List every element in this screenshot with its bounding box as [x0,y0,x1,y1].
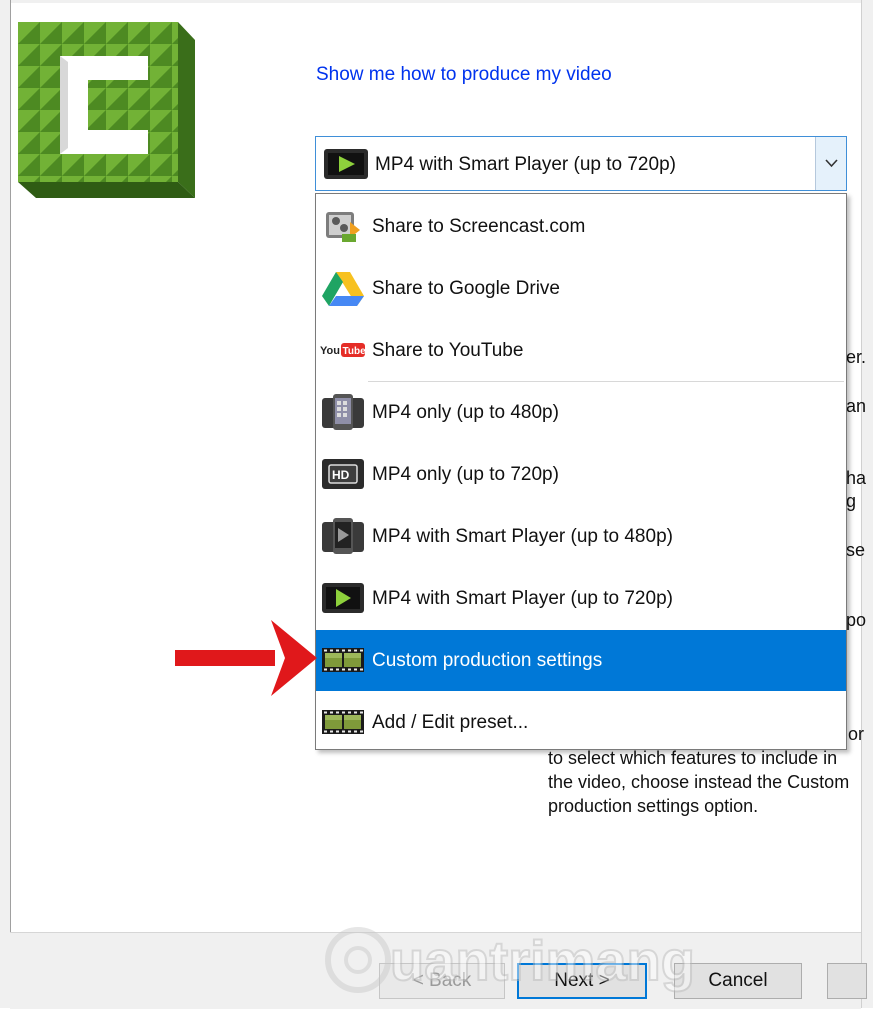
description-fragment: pot [846,610,866,630]
description-fragment: er. [846,347,866,367]
help-button[interactable] [827,963,867,999]
dropdown-item-mp4-480[interactable]: MP4 only (up to 480p) [316,382,846,443]
dropdown-item-label: MP4 with Smart Player (up to 720p) [372,588,673,609]
dropdown-item-custom-production-settings[interactable]: Custom production settings [316,630,846,691]
dropdown-item-label: Share to YouTube [372,340,524,361]
window-frame-left [0,0,11,1008]
description-fragment: g [846,491,857,511]
camtasia-logo [18,22,195,198]
play-icon [322,583,364,613]
google-drive-icon [322,272,364,306]
dropdown-item-label: MP4 with Smart Player (up to 480p) [372,526,673,547]
description-line: the video, choose instead the Custom [548,772,850,792]
hd-icon: HD [322,459,364,489]
phone-video-icon [322,394,364,430]
dropdown-item-smart-player-480[interactable]: MP4 with Smart Player (up to 480p) [316,506,846,567]
combobox-dropdown-button[interactable] [815,137,846,190]
description-line: production settings option. [548,796,759,816]
preset-dropdown-list: Share to Screencast.com Share to Google … [315,193,847,750]
description-fragment: han [846,468,866,488]
phone-player-icon [322,518,364,554]
description-fragment: an [846,396,866,416]
wizard-footer: < Back Next > Cancel [10,932,867,1009]
dropdown-item-label: Add / Edit preset... [372,712,529,733]
description-fragment: ser [846,540,866,560]
film-strip-icon [322,710,364,734]
dropdown-item-add-edit-preset[interactable]: Add / Edit preset... [316,692,846,753]
cancel-button[interactable]: Cancel [674,963,802,999]
window-frame-top [0,0,873,3]
dropdown-item-label: Share to Google Drive [372,278,560,299]
combobox-selected-value: MP4 with Smart Player (up to 720p) [375,154,676,175]
svg-text:HD: HD [332,468,350,482]
dropdown-item-share-google-drive[interactable]: Share to Google Drive [316,258,846,319]
next-button[interactable]: Next > [517,963,647,999]
youtube-icon: You Tube [320,343,367,357]
dropdown-item-label: Custom production settings [372,650,603,671]
film-strip-icon [322,648,364,672]
dropdown-item-share-screencast[interactable]: Share to Screencast.com [316,196,846,257]
dropdown-item-share-youtube[interactable]: You Tube Share to YouTube [316,320,846,381]
svg-text:You: You [320,345,340,357]
back-button[interactable]: < Back [379,963,505,999]
dropdown-item-mp4-720[interactable]: HD MP4 only (up to 720p) [316,444,846,505]
dropdown-item-label: MP4 only (up to 720p) [372,464,559,485]
production-preset-combobox[interactable]: MP4 with Smart Player (up to 720p) [315,136,847,191]
chevron-down-icon [825,159,838,168]
red-arrow-annotation [175,620,317,696]
play-icon [324,149,368,179]
dropdown-item-label: MP4 only (up to 480p) [372,402,559,423]
dropdown-item-smart-player-720[interactable]: MP4 with Smart Player (up to 720p) [316,568,846,629]
show-me-how-link[interactable]: Show me how to produce my video [316,64,612,86]
svg-text:Tube: Tube [343,346,367,357]
dropdown-item-label: Share to Screencast.com [372,216,586,237]
screencast-icon [326,212,360,242]
